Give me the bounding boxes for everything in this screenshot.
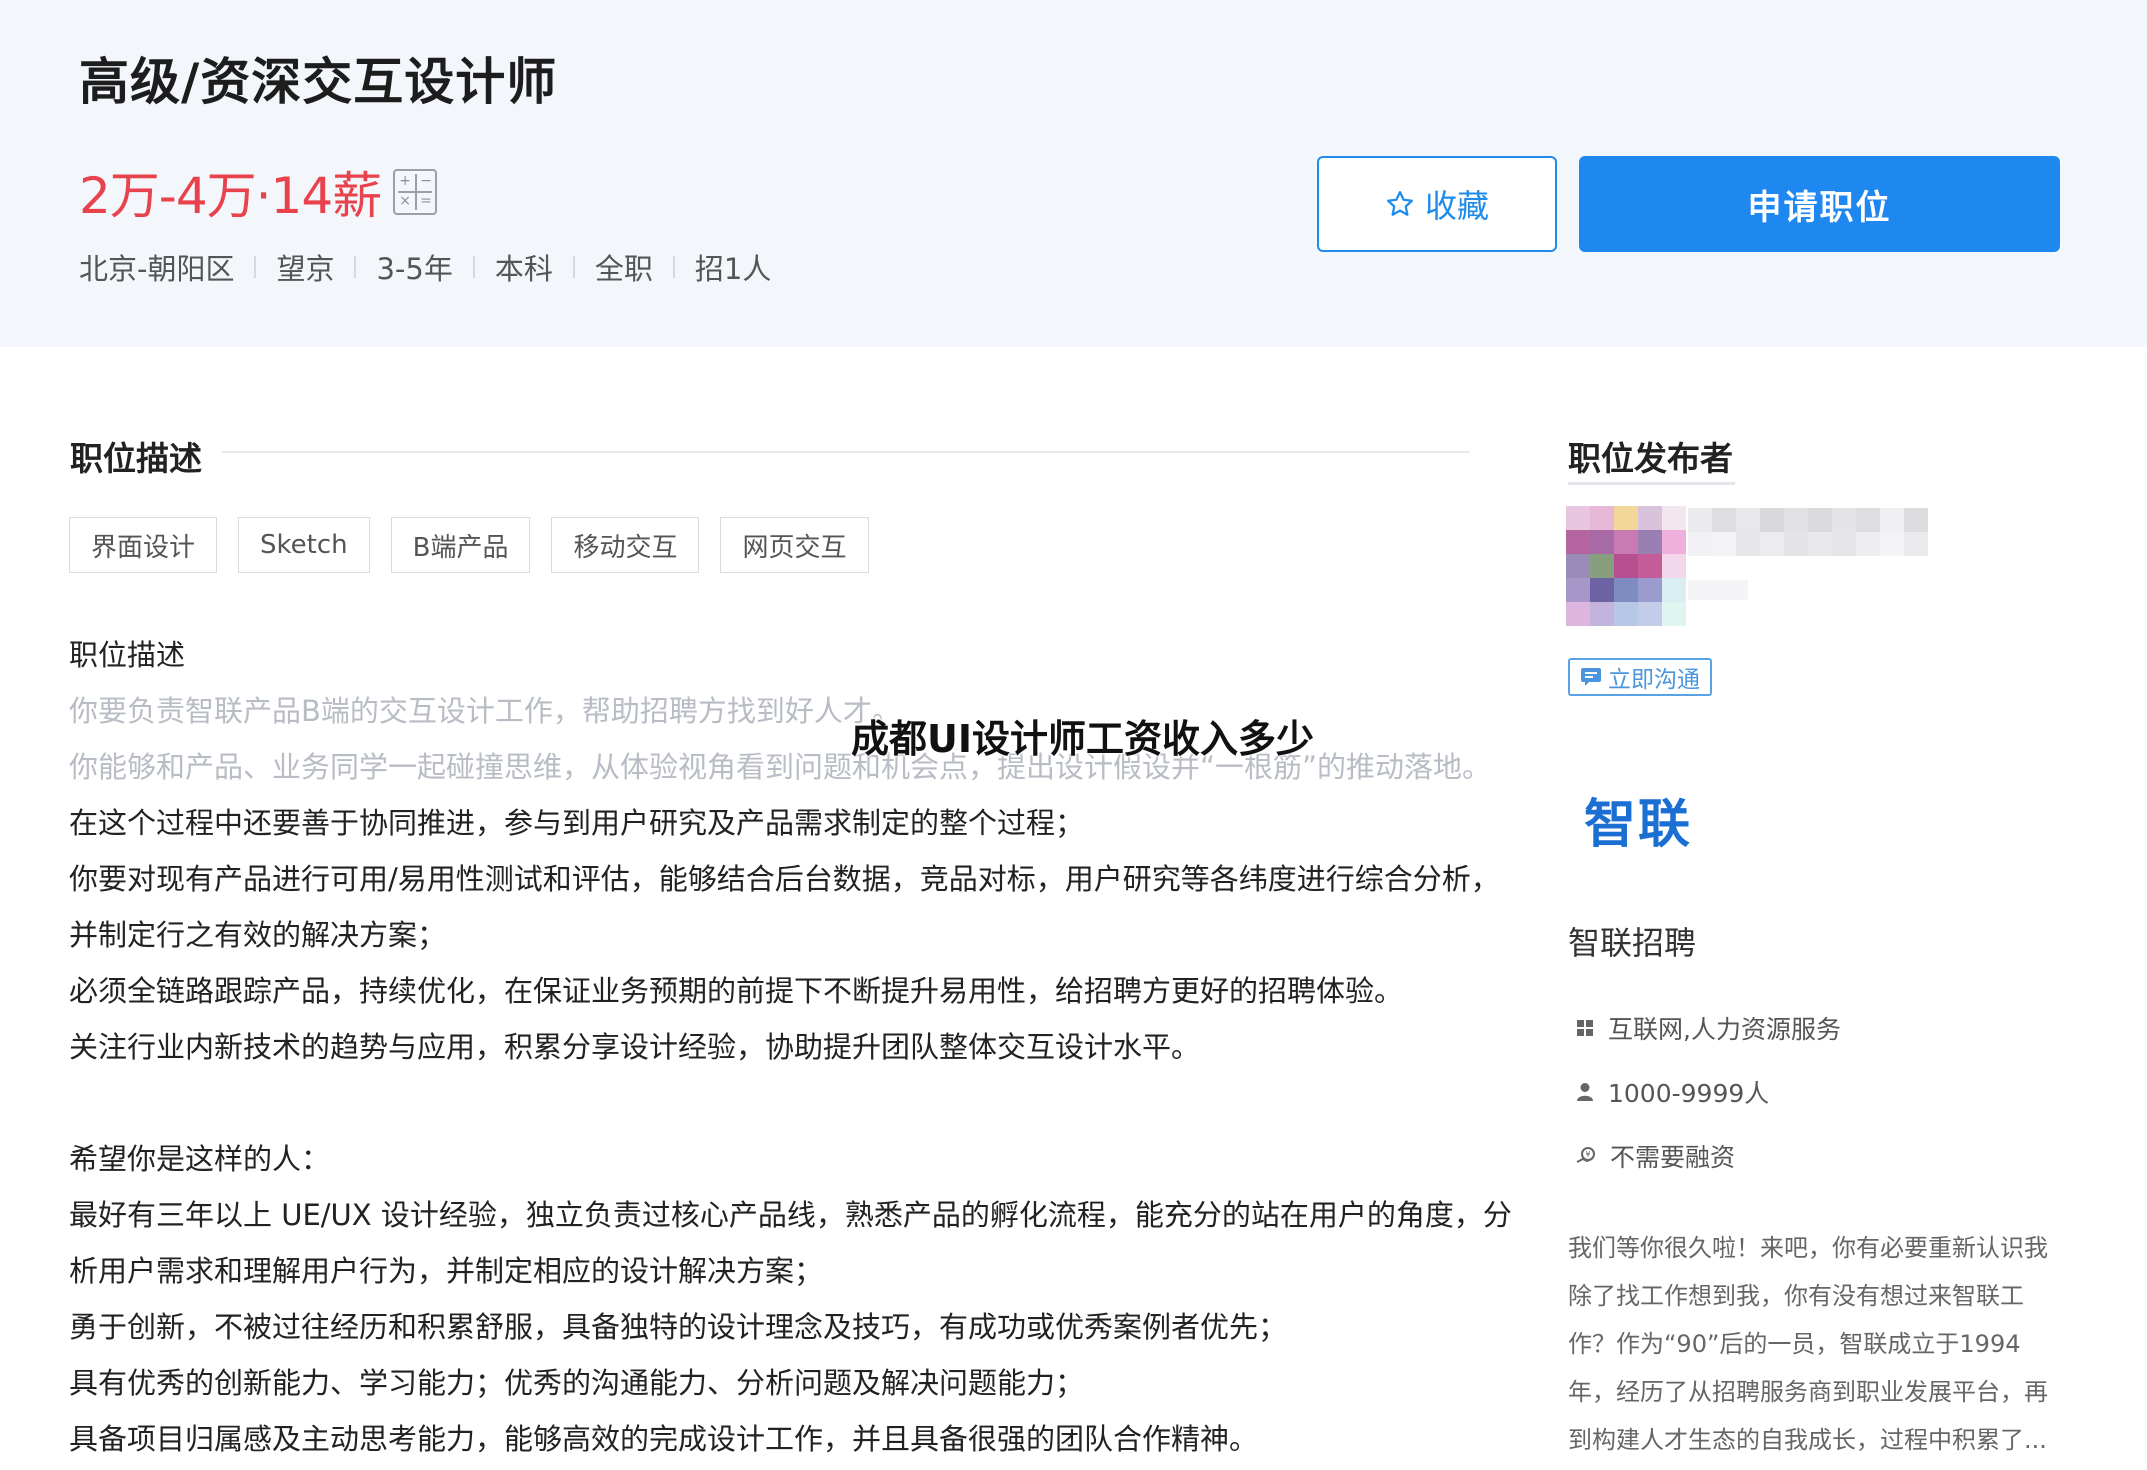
description-heading: 职位描述 <box>69 638 186 672</box>
requirements-heading: 希望你是这样的人： <box>69 1142 331 1176</box>
company-logo[interactable]: 智联 <box>1584 782 1692 857</box>
section-title-publisher: 职位发布者 <box>1568 439 1733 478</box>
description-line: 在这个过程中还要善于协同推进，参与到用户研究及产品需求制定的整个过程； <box>69 806 1085 840</box>
job-header: 高级/资深交互设计师 2万-4万·14薪 + − × = 北京-朝阳区 望京 3… <box>0 0 2147 347</box>
description-line: 关注行业内新技术的趋势与应用，积累分享设计经验，协助提升团队整体交互设计水平。 <box>69 1030 1201 1064</box>
money-icon: ¥ <box>1576 1147 1595 1163</box>
tag: Sketch <box>238 517 370 573</box>
tag: 界面设计 <box>69 517 218 573</box>
divider <box>472 256 475 278</box>
description-line: 你要对现有产品进行可用/易用性测试和评估，能够结合后台数据，竞品对标，用户研究等… <box>69 862 1500 896</box>
meta-location: 北京-朝阳区 <box>79 252 235 286</box>
tag: 移动交互 <box>551 517 700 573</box>
company-size: 1000-9999人 <box>1576 1074 1769 1110</box>
salary: 2万-4万·14薪 <box>79 167 382 225</box>
divider <box>1568 482 1735 485</box>
publisher-title-blurred <box>1688 580 1748 600</box>
description-line: 并制定行之有效的解决方案； <box>69 918 447 952</box>
meta-area: 望京 <box>276 252 335 286</box>
company-industry: 互联网,人力资源服务 <box>1576 1010 1841 1046</box>
requirement-line: 勇于创新，不被过往经历和积累舒服，具备独特的设计理念及技巧，有成功或优秀案例者优… <box>69 1310 1288 1344</box>
tag: B端产品 <box>390 517 531 573</box>
tag: 网页交互 <box>720 517 869 573</box>
chat-now-label: 立即沟通 <box>1608 667 1700 693</box>
requirement-line: 最好有三年以上 UE/UX 设计经验，独立负责过核心产品线，熟悉产品的孵化流程，… <box>69 1198 1512 1232</box>
grid-icon <box>1577 1020 1593 1036</box>
chat-icon <box>1581 668 1601 686</box>
meta-type: 全职 <box>594 252 653 286</box>
about-line: 除了找工作想到我，你有没有想过来智联工 <box>1568 1282 2024 1310</box>
person-icon <box>1577 1083 1593 1101</box>
company-financing: ¥ 不需要融资 <box>1576 1138 1735 1174</box>
avatar <box>1566 506 1686 626</box>
star-icon <box>1386 191 1413 216</box>
apply-label: 申请职位 <box>1747 187 1892 228</box>
chat-now-button[interactable]: 立即沟通 <box>1568 658 1712 696</box>
meta-headcount: 招1人 <box>694 252 772 286</box>
job-title: 高级/资深交互设计师 <box>79 53 558 111</box>
meta-experience: 3-5年 <box>376 252 453 286</box>
about-line: 作？作为“90”后的一员，智联成立于1994 <box>1568 1330 2021 1358</box>
financing-text: 不需要融资 <box>1610 1143 1736 1172</box>
section-title-description: 职位描述 <box>70 439 202 478</box>
apply-button[interactable]: 申请职位 <box>1579 156 2060 252</box>
favorite-button[interactable]: 收藏 <box>1317 156 1557 252</box>
about-line: 我们等你很久啦！来吧，你有必要重新认识我 <box>1568 1234 2048 1262</box>
publisher-name-blurred <box>1688 508 1928 556</box>
calculator-icon[interactable]: + − × = <box>393 169 438 215</box>
divider <box>254 256 257 278</box>
about-line: 年，经历了从招聘服务商到职业发展平台，再 <box>1568 1378 2048 1406</box>
divider <box>572 256 575 278</box>
divider <box>222 451 1470 453</box>
job-meta: 北京-朝阳区 望京 3-5年 本科 全职 招1人 <box>79 246 771 288</box>
skill-tags: 界面设计 Sketch B端产品 移动交互 网页交互 <box>69 517 890 573</box>
industry-text: 互联网,人力资源服务 <box>1608 1015 1841 1044</box>
size-text: 1000-9999人 <box>1608 1079 1770 1108</box>
requirement-line: 具备项目归属感及主动思考能力，能够高效的完成设计工作，并且具备很强的团队合作精神… <box>69 1422 1259 1456</box>
requirement-line: 具有优秀的创新能力、学习能力；优秀的沟通能力、分析问题及解决问题能力； <box>69 1366 1085 1400</box>
divider <box>672 256 675 278</box>
description-line: 必须全链路跟踪产品，持续优化，在保证业务预期的前提下不断提升易用性，给招聘方更好… <box>69 974 1404 1008</box>
salary-row: 2万-4万·14薪 + − × = <box>79 156 438 228</box>
company-about: 我们等你很久啦！来吧，你有必要重新认识我 除了找工作想到我，你有没有想过来智联工… <box>1568 1224 2068 1464</box>
meta-education: 本科 <box>494 252 553 286</box>
divider <box>354 256 357 278</box>
svg-text:¥: ¥ <box>1586 1150 1591 1159</box>
favorite-label: 收藏 <box>1424 187 1489 225</box>
company-name[interactable]: 智联招聘 <box>1568 918 1696 964</box>
watermark-text: 成都UI设计师工资收入多少 <box>851 717 1314 761</box>
about-line: 到构建人才生态的自我成长，过程中积累了... <box>1568 1426 2047 1454</box>
requirement-line: 析用户需求和理解用户行为，并制定相应的设计解决方案； <box>69 1254 824 1288</box>
